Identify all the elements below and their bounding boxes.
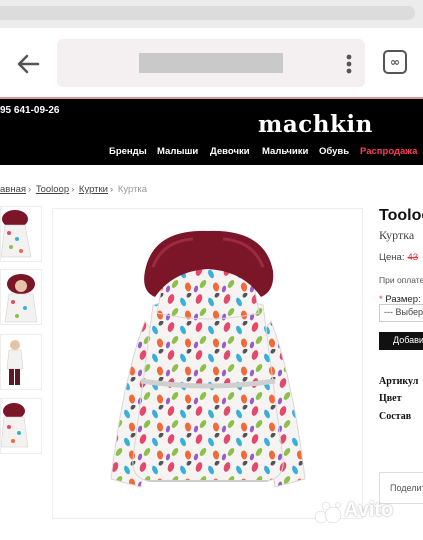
breadcrumb-home[interactable]: авная bbox=[0, 184, 26, 195]
nav-item-sale[interactable]: Распродажа bbox=[360, 146, 417, 157]
product-title: Tooloo bbox=[379, 207, 423, 224]
main-nav: Бренды Малыши Девочки Мальчики Обувь Рас… bbox=[0, 146, 423, 160]
product-subtitle: Куртка bbox=[379, 228, 415, 242]
address-bar[interactable] bbox=[57, 39, 365, 87]
child-thumbnail-image bbox=[4, 274, 38, 323]
url-redaction bbox=[139, 53, 283, 73]
nav-item-babies[interactable]: Малыши bbox=[157, 146, 198, 157]
breadcrumb-brand[interactable]: Tooloop bbox=[36, 184, 69, 195]
site-header: 95 641-09-26 machkin Бренды Малыши Девоч… bbox=[0, 97, 423, 165]
jacket-image bbox=[110, 230, 306, 488]
nav-item-boys[interactable]: Мальчики bbox=[262, 146, 308, 157]
back-button[interactable] bbox=[14, 50, 42, 78]
add-to-cart-button[interactable]: Добави bbox=[379, 332, 423, 350]
size-select[interactable]: --- Выбери bbox=[379, 304, 423, 322]
product-thumbnail-1[interactable] bbox=[0, 206, 42, 262]
jacket-thumbnail-image bbox=[1, 210, 32, 258]
avito-watermark: Avito bbox=[314, 499, 393, 530]
tabs-button[interactable]: ∞ bbox=[383, 50, 407, 74]
old-price: 43 bbox=[407, 252, 419, 263]
side-view-thumbnail-image bbox=[6, 340, 24, 385]
nav-item-shoes[interactable]: Обувь bbox=[319, 146, 349, 157]
status-pill bbox=[0, 6, 415, 20]
back-view-thumbnail-image bbox=[1, 403, 29, 448]
browser-toolbar: ∞ bbox=[0, 28, 423, 99]
breadcrumb: авная › Tooloop › Куртки › Куртка bbox=[0, 184, 148, 195]
product-thumbnail-3[interactable] bbox=[0, 334, 42, 390]
more-vert-icon bbox=[346, 54, 352, 74]
breadcrumb-current: Куртка bbox=[117, 184, 148, 195]
main-product-image[interactable] bbox=[52, 208, 363, 519]
watermark-text: Avito bbox=[344, 499, 394, 521]
price-row: Цена: 43 bbox=[379, 252, 418, 263]
menu-button[interactable] bbox=[341, 50, 357, 78]
site-logo[interactable]: machkin bbox=[258, 111, 373, 138]
nav-item-brands[interactable]: Бренды bbox=[109, 146, 147, 157]
spec-article: Артикул bbox=[379, 376, 419, 387]
arrow-left-icon bbox=[17, 54, 40, 74]
breadcrumb-category[interactable]: Куртки bbox=[79, 184, 108, 195]
phone-number[interactable]: 95 641-09-26 bbox=[0, 105, 60, 116]
avito-logo-icon bbox=[314, 501, 342, 524]
spec-composition: Состав bbox=[379, 411, 412, 422]
product-thumbnail-4[interactable] bbox=[0, 398, 42, 454]
price-label: Цена: bbox=[379, 252, 405, 263]
status-bar bbox=[0, 0, 423, 28]
payment-note: При оплате bbox=[379, 275, 423, 285]
nav-item-girls[interactable]: Девочки bbox=[210, 146, 250, 157]
spec-color: Цвет bbox=[379, 393, 402, 404]
product-thumbnail-2[interactable] bbox=[0, 269, 42, 325]
